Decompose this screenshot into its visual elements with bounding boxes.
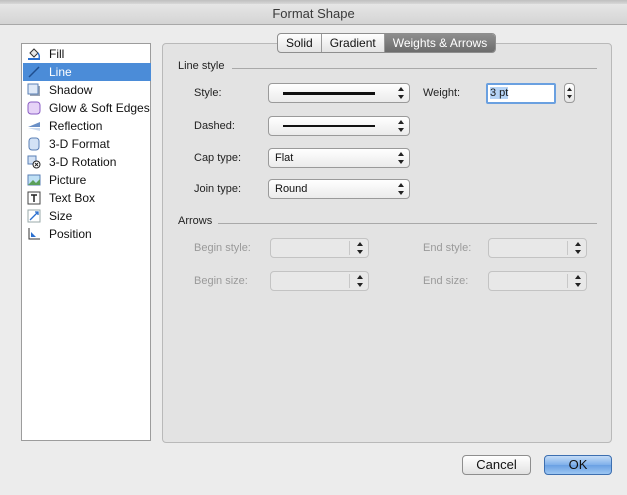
begin-size-label: Begin size:	[194, 275, 248, 287]
sidebar-item-label: Picture	[49, 173, 87, 187]
weight-stepper[interactable]	[564, 83, 575, 103]
sidebar-item-label: Shadow	[49, 83, 93, 97]
sidebar-item-position[interactable]: Position	[23, 225, 151, 243]
position-icon	[28, 228, 40, 240]
shadow-icon	[27, 83, 40, 96]
paint-bucket-icon	[28, 48, 41, 60]
popup-arrows-icon	[575, 242, 581, 254]
line-icon	[28, 66, 40, 78]
stepper-arrows-icon	[567, 87, 572, 99]
sidebar-item-shadow[interactable]: Shadow	[23, 81, 151, 99]
end-size-popup[interactable]	[488, 271, 587, 291]
sidebar-item-picture[interactable]: Picture	[23, 171, 151, 189]
popup-arrows-icon	[357, 275, 363, 287]
weight-label: Weight:	[423, 87, 461, 99]
popup-arrows-icon	[398, 152, 404, 164]
begin-style-label: Begin style:	[194, 242, 251, 254]
sidebar-item-label: Reflection	[49, 119, 103, 133]
cap-type-label: Cap type:	[194, 152, 242, 164]
tab-gradient[interactable]: Gradient	[322, 34, 385, 52]
end-style-label: End style:	[423, 242, 472, 254]
sidebar-item-label: Text Box	[49, 191, 96, 205]
sidebar-item-label: Position	[49, 227, 92, 241]
size-icon	[27, 209, 41, 223]
join-type-value: Round	[275, 183, 308, 195]
tab-bar: Solid Gradient Weights & Arrows	[277, 33, 497, 53]
arrows-divider	[218, 223, 597, 224]
sidebar-item-fill[interactable]: Fill	[23, 45, 151, 63]
sidebar-item-3d-format[interactable]: 3-D Format	[23, 135, 151, 153]
sidebar-item-glow[interactable]: Glow & Soft Edges	[23, 99, 151, 117]
line-style-divider	[232, 68, 597, 69]
solid-line-swatch	[283, 92, 375, 95]
popup-arrows-icon	[575, 275, 581, 287]
dash-line-swatch	[283, 125, 375, 127]
3d-rotation-icon	[27, 155, 41, 169]
sidebar-item-text-box[interactable]: Text Box	[23, 189, 151, 207]
popup-arrows-icon	[398, 183, 404, 195]
sidebar-item-label: Fill	[49, 47, 65, 61]
join-type-label: Join type:	[194, 183, 242, 195]
tab-solid[interactable]: Solid	[278, 34, 322, 52]
glow-icon	[27, 101, 41, 115]
sidebar-item-line[interactable]: Line	[23, 63, 151, 81]
sidebar-item-label: Line	[49, 65, 72, 79]
join-type-popup[interactable]: Round	[268, 179, 410, 199]
begin-style-popup[interactable]	[270, 238, 369, 258]
text-box-icon	[27, 191, 41, 205]
sidebar-item-label: Size	[49, 209, 73, 223]
begin-size-popup[interactable]	[270, 271, 369, 291]
sidebar-item-label: 3-D Format	[49, 137, 110, 151]
window-title: Format Shape	[0, 4, 627, 25]
end-style-popup[interactable]	[488, 238, 587, 258]
popup-separator	[567, 241, 568, 255]
end-size-label: End size:	[423, 275, 469, 287]
sidebar-item-label: 3-D Rotation	[49, 155, 117, 169]
sidebar-item-label: Glow & Soft Edges	[49, 101, 150, 115]
style-popup[interactable]	[268, 83, 410, 103]
cap-type-value: Flat	[275, 152, 294, 164]
dashed-popup[interactable]	[268, 116, 410, 136]
cap-type-popup[interactable]: Flat	[268, 148, 410, 168]
category-list: Fill Line Shadow Glow & Soft Edges Refle…	[21, 43, 151, 441]
ok-button[interactable]: OK	[544, 455, 612, 475]
weight-field[interactable]: 3 pt	[486, 83, 556, 104]
3d-format-icon	[28, 137, 40, 151]
dashed-label: Dashed:	[194, 120, 235, 132]
popup-arrows-icon	[398, 120, 404, 132]
weight-value: 3 pt	[490, 87, 509, 99]
style-label: Style:	[194, 87, 222, 99]
popup-arrows-icon	[357, 242, 363, 254]
popup-arrows-icon	[398, 87, 404, 99]
picture-icon	[27, 174, 41, 186]
popup-separator	[349, 241, 350, 255]
line-style-heading: Line style	[178, 60, 225, 72]
sidebar-item-reflection[interactable]: Reflection	[23, 117, 151, 135]
sidebar-item-size[interactable]: Size	[23, 207, 151, 225]
popup-separator	[567, 274, 568, 288]
tab-weights-arrows[interactable]: Weights & Arrows	[384, 34, 496, 52]
reflection-icon	[28, 122, 40, 131]
cancel-button[interactable]: Cancel	[462, 455, 531, 475]
sidebar-item-3d-rotation[interactable]: 3-D Rotation	[23, 153, 151, 171]
arrows-heading: Arrows	[178, 215, 213, 227]
popup-separator	[349, 274, 350, 288]
